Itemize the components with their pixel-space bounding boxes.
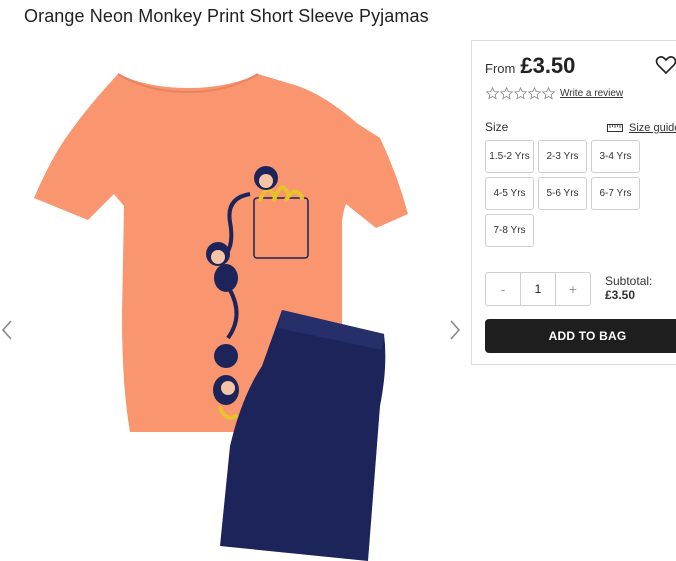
star-icon xyxy=(514,87,527,100)
size-option[interactable]: 7-8 Yrs xyxy=(485,214,534,247)
subtotal-value: £3.50 xyxy=(605,288,636,302)
star-icon xyxy=(528,87,541,100)
price: £3.50 xyxy=(520,53,576,78)
gallery-next-button[interactable] xyxy=(448,318,462,342)
star-icon xyxy=(500,87,513,100)
product-gallery xyxy=(0,40,470,561)
subtotal-label: Subtotal: xyxy=(605,274,653,288)
size-option[interactable]: 5-6 Yrs xyxy=(538,177,587,210)
purchase-panel: From £3.50 Write a review Size Size guid… xyxy=(471,40,676,365)
quantity-increase-button[interactable]: + xyxy=(556,273,590,305)
size-option[interactable]: 6-7 Yrs xyxy=(591,177,640,210)
subtotal: Subtotal: £3.50 xyxy=(605,274,652,302)
wishlist-button[interactable] xyxy=(655,55,676,75)
product-title: Orange Neon Monkey Print Short Sleeve Py… xyxy=(24,6,429,26)
price-row: From £3.50 xyxy=(485,53,575,79)
product-image xyxy=(34,73,408,561)
size-guide-link[interactable]: Size guide xyxy=(607,122,676,134)
star-icon xyxy=(542,87,555,100)
chevron-right-icon xyxy=(450,320,461,340)
size-option[interactable]: 1.5-2 Yrs xyxy=(485,140,534,173)
rating-stars xyxy=(486,87,555,100)
size-label: Size xyxy=(485,120,509,134)
chevron-left-icon xyxy=(1,320,12,340)
add-to-bag-button[interactable]: ADD TO BAG xyxy=(485,319,676,353)
quantity-stepper: - 1 + xyxy=(485,272,591,306)
review-row: Write a review xyxy=(486,87,623,100)
size-guide-text: Size guide xyxy=(629,122,676,134)
ruler-icon xyxy=(607,123,623,133)
size-option[interactable]: 2-3 Yrs xyxy=(538,140,587,173)
star-icon xyxy=(486,87,499,100)
size-option[interactable]: 3-4 Yrs xyxy=(591,140,640,173)
quantity-decrease-button[interactable]: - xyxy=(486,273,520,305)
gallery-prev-button[interactable] xyxy=(0,318,14,342)
quantity-input[interactable]: 1 xyxy=(520,273,556,305)
price-from-label: From xyxy=(485,61,516,76)
write-review-link[interactable]: Write a review xyxy=(560,88,623,99)
size-option[interactable]: 4-5 Yrs xyxy=(485,177,534,210)
heart-icon xyxy=(655,56,676,75)
